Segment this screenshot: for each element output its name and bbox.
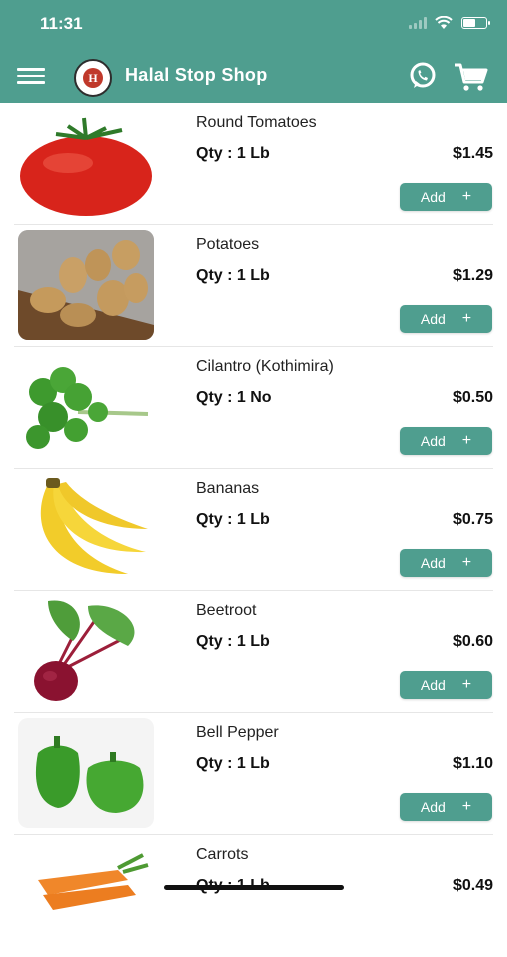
product-price: $1.10 bbox=[452, 755, 493, 772]
list-item: Beetroot Qty : 1 Lb $0.60 Add + bbox=[0, 591, 507, 713]
product-name: Carrots bbox=[196, 846, 249, 863]
add-label: Add bbox=[420, 433, 446, 449]
battery-icon bbox=[461, 17, 490, 29]
list-item: Carrots Qty : 1 Lb $0.49 bbox=[0, 835, 507, 957]
product-price: $1.45 bbox=[452, 145, 493, 162]
list-item: Bananas Qty : 1 Lb $0.75 Add + bbox=[0, 469, 507, 591]
add-label: Add bbox=[420, 677, 446, 693]
product-qty: Qty : 1 Lb bbox=[196, 145, 270, 162]
list-item: Cilantro (Kothimira) Qty : 1 No $0.50 Ad… bbox=[0, 347, 507, 469]
product-price: $0.50 bbox=[452, 389, 493, 406]
wifi-icon bbox=[435, 16, 453, 29]
status-time: 11:31 bbox=[40, 14, 83, 33]
add-label: Add bbox=[420, 799, 446, 815]
app-header: 11:31 H Halal Stop Shop bbox=[0, 0, 507, 103]
product-list: Round Tomatoes Qty : 1 Lb $1.45 Add + Po… bbox=[0, 103, 507, 957]
plus-icon: + bbox=[461, 676, 472, 693]
add-label: Add bbox=[420, 311, 446, 327]
plus-icon: + bbox=[461, 310, 472, 327]
product-name: Potatoes bbox=[196, 236, 260, 253]
add-button[interactable]: Add + bbox=[400, 427, 492, 455]
app-title: Halal Stop Shop bbox=[125, 65, 268, 85]
product-price: $0.60 bbox=[452, 633, 493, 650]
tomato-image bbox=[18, 108, 154, 218]
product-name: Beetroot bbox=[196, 602, 257, 619]
product-price: $1.29 bbox=[452, 267, 493, 284]
bananas-image bbox=[18, 474, 154, 584]
menu-icon[interactable] bbox=[17, 68, 45, 84]
potatoes-image bbox=[18, 230, 154, 340]
product-qty: Qty : 1 Lb bbox=[196, 633, 270, 650]
product-qty: Qty : 1 Lb bbox=[196, 267, 270, 284]
beetroot-image bbox=[18, 596, 154, 706]
plus-icon: + bbox=[461, 432, 472, 449]
bell-pepper-image bbox=[18, 718, 154, 828]
list-item: Round Tomatoes Qty : 1 Lb $1.45 Add + bbox=[0, 103, 507, 225]
product-price: $0.49 bbox=[452, 877, 493, 894]
add-button[interactable]: Add + bbox=[400, 671, 492, 699]
product-price: $0.75 bbox=[452, 511, 493, 528]
add-button[interactable]: Add + bbox=[400, 793, 492, 821]
add-button[interactable]: Add + bbox=[400, 305, 492, 333]
product-name: Cilantro (Kothimira) bbox=[196, 358, 334, 375]
home-indicator[interactable] bbox=[164, 885, 344, 890]
add-button[interactable]: Add + bbox=[400, 549, 492, 577]
store-logo: H bbox=[74, 59, 112, 97]
add-label: Add bbox=[420, 555, 446, 571]
product-qty: Qty : 1 Lb bbox=[196, 511, 270, 528]
signal-icon bbox=[409, 17, 427, 29]
list-item: Potatoes Qty : 1 Lb $1.29 Add + bbox=[0, 225, 507, 347]
whatsapp-icon[interactable] bbox=[408, 61, 438, 91]
logo-letter: H bbox=[83, 68, 103, 88]
add-button[interactable]: Add + bbox=[400, 183, 492, 211]
product-name: Bell Pepper bbox=[196, 724, 279, 741]
add-label: Add bbox=[420, 189, 446, 205]
cilantro-image bbox=[18, 352, 154, 462]
product-qty: Qty : 1 No bbox=[196, 389, 272, 406]
cart-icon[interactable] bbox=[454, 62, 488, 92]
plus-icon: + bbox=[461, 554, 472, 571]
plus-icon: + bbox=[461, 188, 472, 205]
product-qty: Qty : 1 Lb bbox=[196, 755, 270, 772]
plus-icon: + bbox=[461, 798, 472, 815]
status-icons bbox=[409, 16, 490, 30]
product-name: Bananas bbox=[196, 480, 260, 497]
product-name: Round Tomatoes bbox=[196, 114, 317, 131]
carrots-image bbox=[18, 840, 154, 950]
list-item: Bell Pepper Qty : 1 Lb $1.10 Add + bbox=[0, 713, 507, 835]
